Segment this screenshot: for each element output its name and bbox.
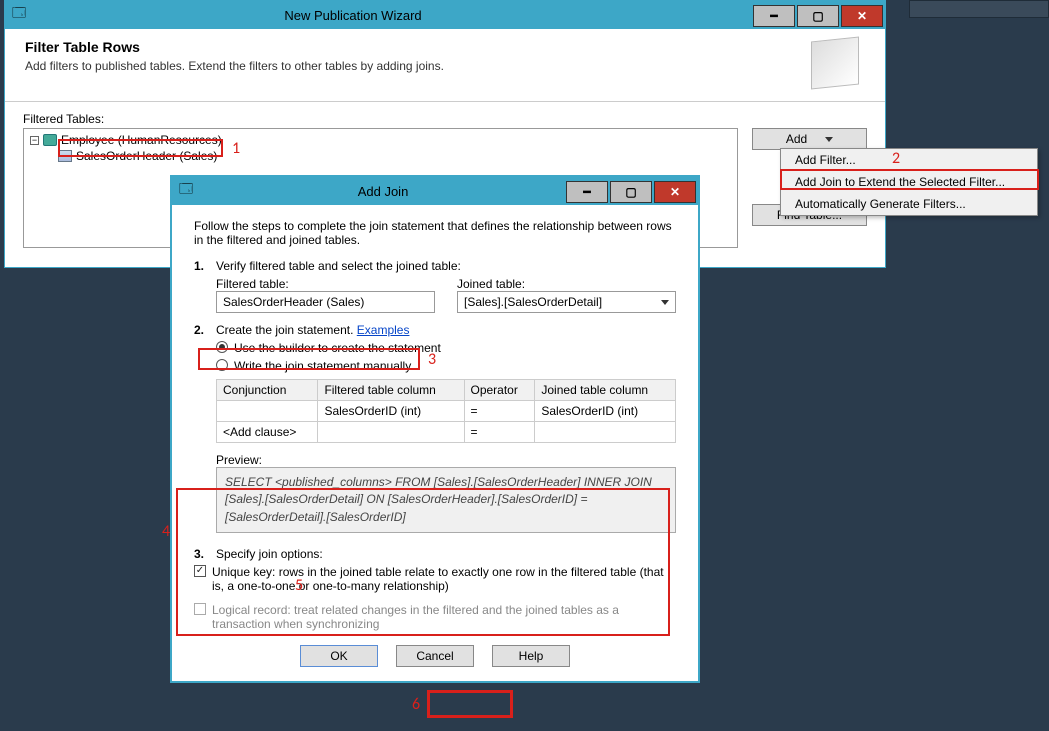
builder-grid-wrap: Conjunction Filtered table column Operat… — [216, 379, 676, 443]
step3: 3. Specify join options: — [194, 547, 676, 561]
step1-label: Verify filtered table and select the joi… — [216, 259, 461, 273]
join-minimize-button[interactable]: ━ — [566, 181, 608, 203]
step2-num: 2. — [194, 323, 208, 337]
add-join-dialog: 🗔 Add Join ━ ▢ ✕ Follow the steps to com… — [170, 175, 700, 683]
collapse-icon[interactable]: − — [30, 136, 39, 145]
tree-root-row[interactable]: − Employee (HumanResources) — [30, 133, 731, 147]
radio-builder-row[interactable]: Use the builder to create the statement — [216, 341, 676, 355]
app-icon: 🗔 — [11, 7, 27, 23]
col-filtered: Filtered table column — [318, 380, 464, 401]
builder-grid[interactable]: Conjunction Filtered table column Operat… — [216, 379, 676, 443]
step1-num: 1. — [194, 259, 208, 273]
join-body: Follow the steps to complete the join st… — [172, 205, 698, 681]
radio-manual-label: Write the join statement manually — [234, 359, 411, 373]
callout-3: 3 — [428, 350, 436, 369]
wizard-book-icon — [811, 36, 859, 89]
preview-text: SELECT <published_columns> FROM [Sales].… — [225, 475, 652, 524]
joined-table-select[interactable]: [Sales].[SalesOrderDetail] — [457, 291, 676, 313]
ok-button[interactable]: OK — [300, 645, 378, 667]
main-titlebar: 🗔 New Publication Wizard ━ ▢ ✕ — [5, 1, 885, 29]
maximize-button[interactable]: ▢ — [797, 5, 839, 27]
tree-child-row[interactable]: SalesOrderHeader (Sales) — [58, 149, 731, 163]
window-buttons: ━ ▢ ✕ — [753, 3, 885, 27]
dialog-buttons: OK Cancel Help — [194, 645, 676, 667]
filtered-table-value: SalesOrderHeader (Sales) — [223, 295, 364, 309]
main-title: New Publication Wizard — [33, 8, 753, 23]
joined-table-value: [Sales].[SalesOrderDetail] — [464, 295, 602, 309]
grid-row-add[interactable]: <Add clause> = — [217, 422, 676, 443]
join-close-button[interactable]: ✕ — [654, 181, 696, 203]
menu-add-join[interactable]: Add Join to Extend the Selected Filter..… — [781, 171, 1037, 193]
callout-box-6 — [427, 690, 513, 718]
unique-key-row[interactable]: Unique key: rows in the joined table rel… — [194, 565, 676, 593]
step2: 2. Create the join statement. Examples — [194, 323, 676, 337]
col-joined: Joined table column — [535, 380, 676, 401]
header-band: Filter Table Rows Add filters to publish… — [5, 29, 885, 102]
callout-2: 2 — [892, 149, 900, 168]
join-maximize-button[interactable]: ▢ — [610, 181, 652, 203]
joined-table-label: Joined table: — [457, 277, 676, 291]
filtered-table-field: SalesOrderHeader (Sales) — [216, 291, 435, 313]
dialog-icon: 🗔 — [178, 183, 194, 199]
radio-manual-row[interactable]: Write the join statement manually — [216, 359, 676, 373]
logical-record-row: Logical record: treat related changes in… — [194, 603, 676, 631]
radio-builder[interactable] — [216, 341, 228, 353]
join-titlebar: 🗔 Add Join ━ ▢ ✕ — [172, 177, 698, 205]
col-conjunction: Conjunction — [217, 380, 318, 401]
radio-group: Use the builder to create the statement … — [216, 341, 676, 373]
page-subheading: Add filters to published tables. Extend … — [25, 59, 444, 73]
cancel-button[interactable]: Cancel — [396, 645, 474, 667]
tree-root-label: Employee (HumanResources) — [61, 133, 222, 147]
grid-row-1[interactable]: SalesOrderID (int) = SalesOrderID (int) — [217, 401, 676, 422]
callout-6: 6 — [412, 695, 420, 714]
menu-add-filter[interactable]: Add Filter... — [781, 149, 1037, 171]
filtered-table-label: Filtered table: — [216, 277, 435, 291]
join-title: Add Join — [200, 184, 566, 199]
close-button[interactable]: ✕ — [841, 5, 883, 27]
step1-fields: Filtered table: SalesOrderHeader (Sales)… — [216, 277, 676, 313]
step1: 1. Verify filtered table and select the … — [194, 259, 676, 273]
minimize-button[interactable]: ━ — [753, 5, 795, 27]
join-window-buttons: ━ ▢ ✕ — [566, 179, 698, 203]
preview-box: SELECT <published_columns> FROM [Sales].… — [216, 467, 676, 533]
table-icon — [43, 134, 57, 146]
step3-label: Specify join options: — [216, 547, 323, 561]
radio-builder-label: Use the builder to create the statement — [234, 341, 441, 355]
page-heading: Filter Table Rows — [25, 39, 444, 55]
col-operator: Operator — [464, 380, 535, 401]
step3-num: 3. — [194, 547, 208, 561]
unique-key-checkbox[interactable] — [194, 565, 206, 577]
tree-child-label: SalesOrderHeader (Sales) — [76, 149, 217, 163]
logical-record-checkbox — [194, 603, 206, 615]
add-button[interactable]: Add — [752, 128, 867, 150]
preview-label: Preview: — [216, 453, 676, 467]
menu-auto-generate[interactable]: Automatically Generate Filters... — [781, 193, 1037, 215]
join-icon — [58, 150, 72, 162]
join-intro: Follow the steps to complete the join st… — [194, 219, 676, 247]
logical-record-label: Logical record: treat related changes in… — [212, 603, 676, 631]
filtered-tables-label: Filtered Tables: — [23, 112, 867, 126]
callout-5: 5 — [295, 576, 303, 595]
step2-label: Create the join statement. — [216, 323, 353, 337]
callout-4: 4 — [162, 522, 170, 541]
callout-1: 1 — [232, 139, 240, 158]
help-button[interactable]: Help — [492, 645, 570, 667]
add-menu: Add Filter... Add Join to Extend the Sel… — [780, 148, 1038, 216]
unique-key-label: Unique key: rows in the joined table rel… — [212, 565, 676, 593]
radio-manual[interactable] — [216, 359, 228, 371]
examples-link[interactable]: Examples — [357, 323, 410, 337]
